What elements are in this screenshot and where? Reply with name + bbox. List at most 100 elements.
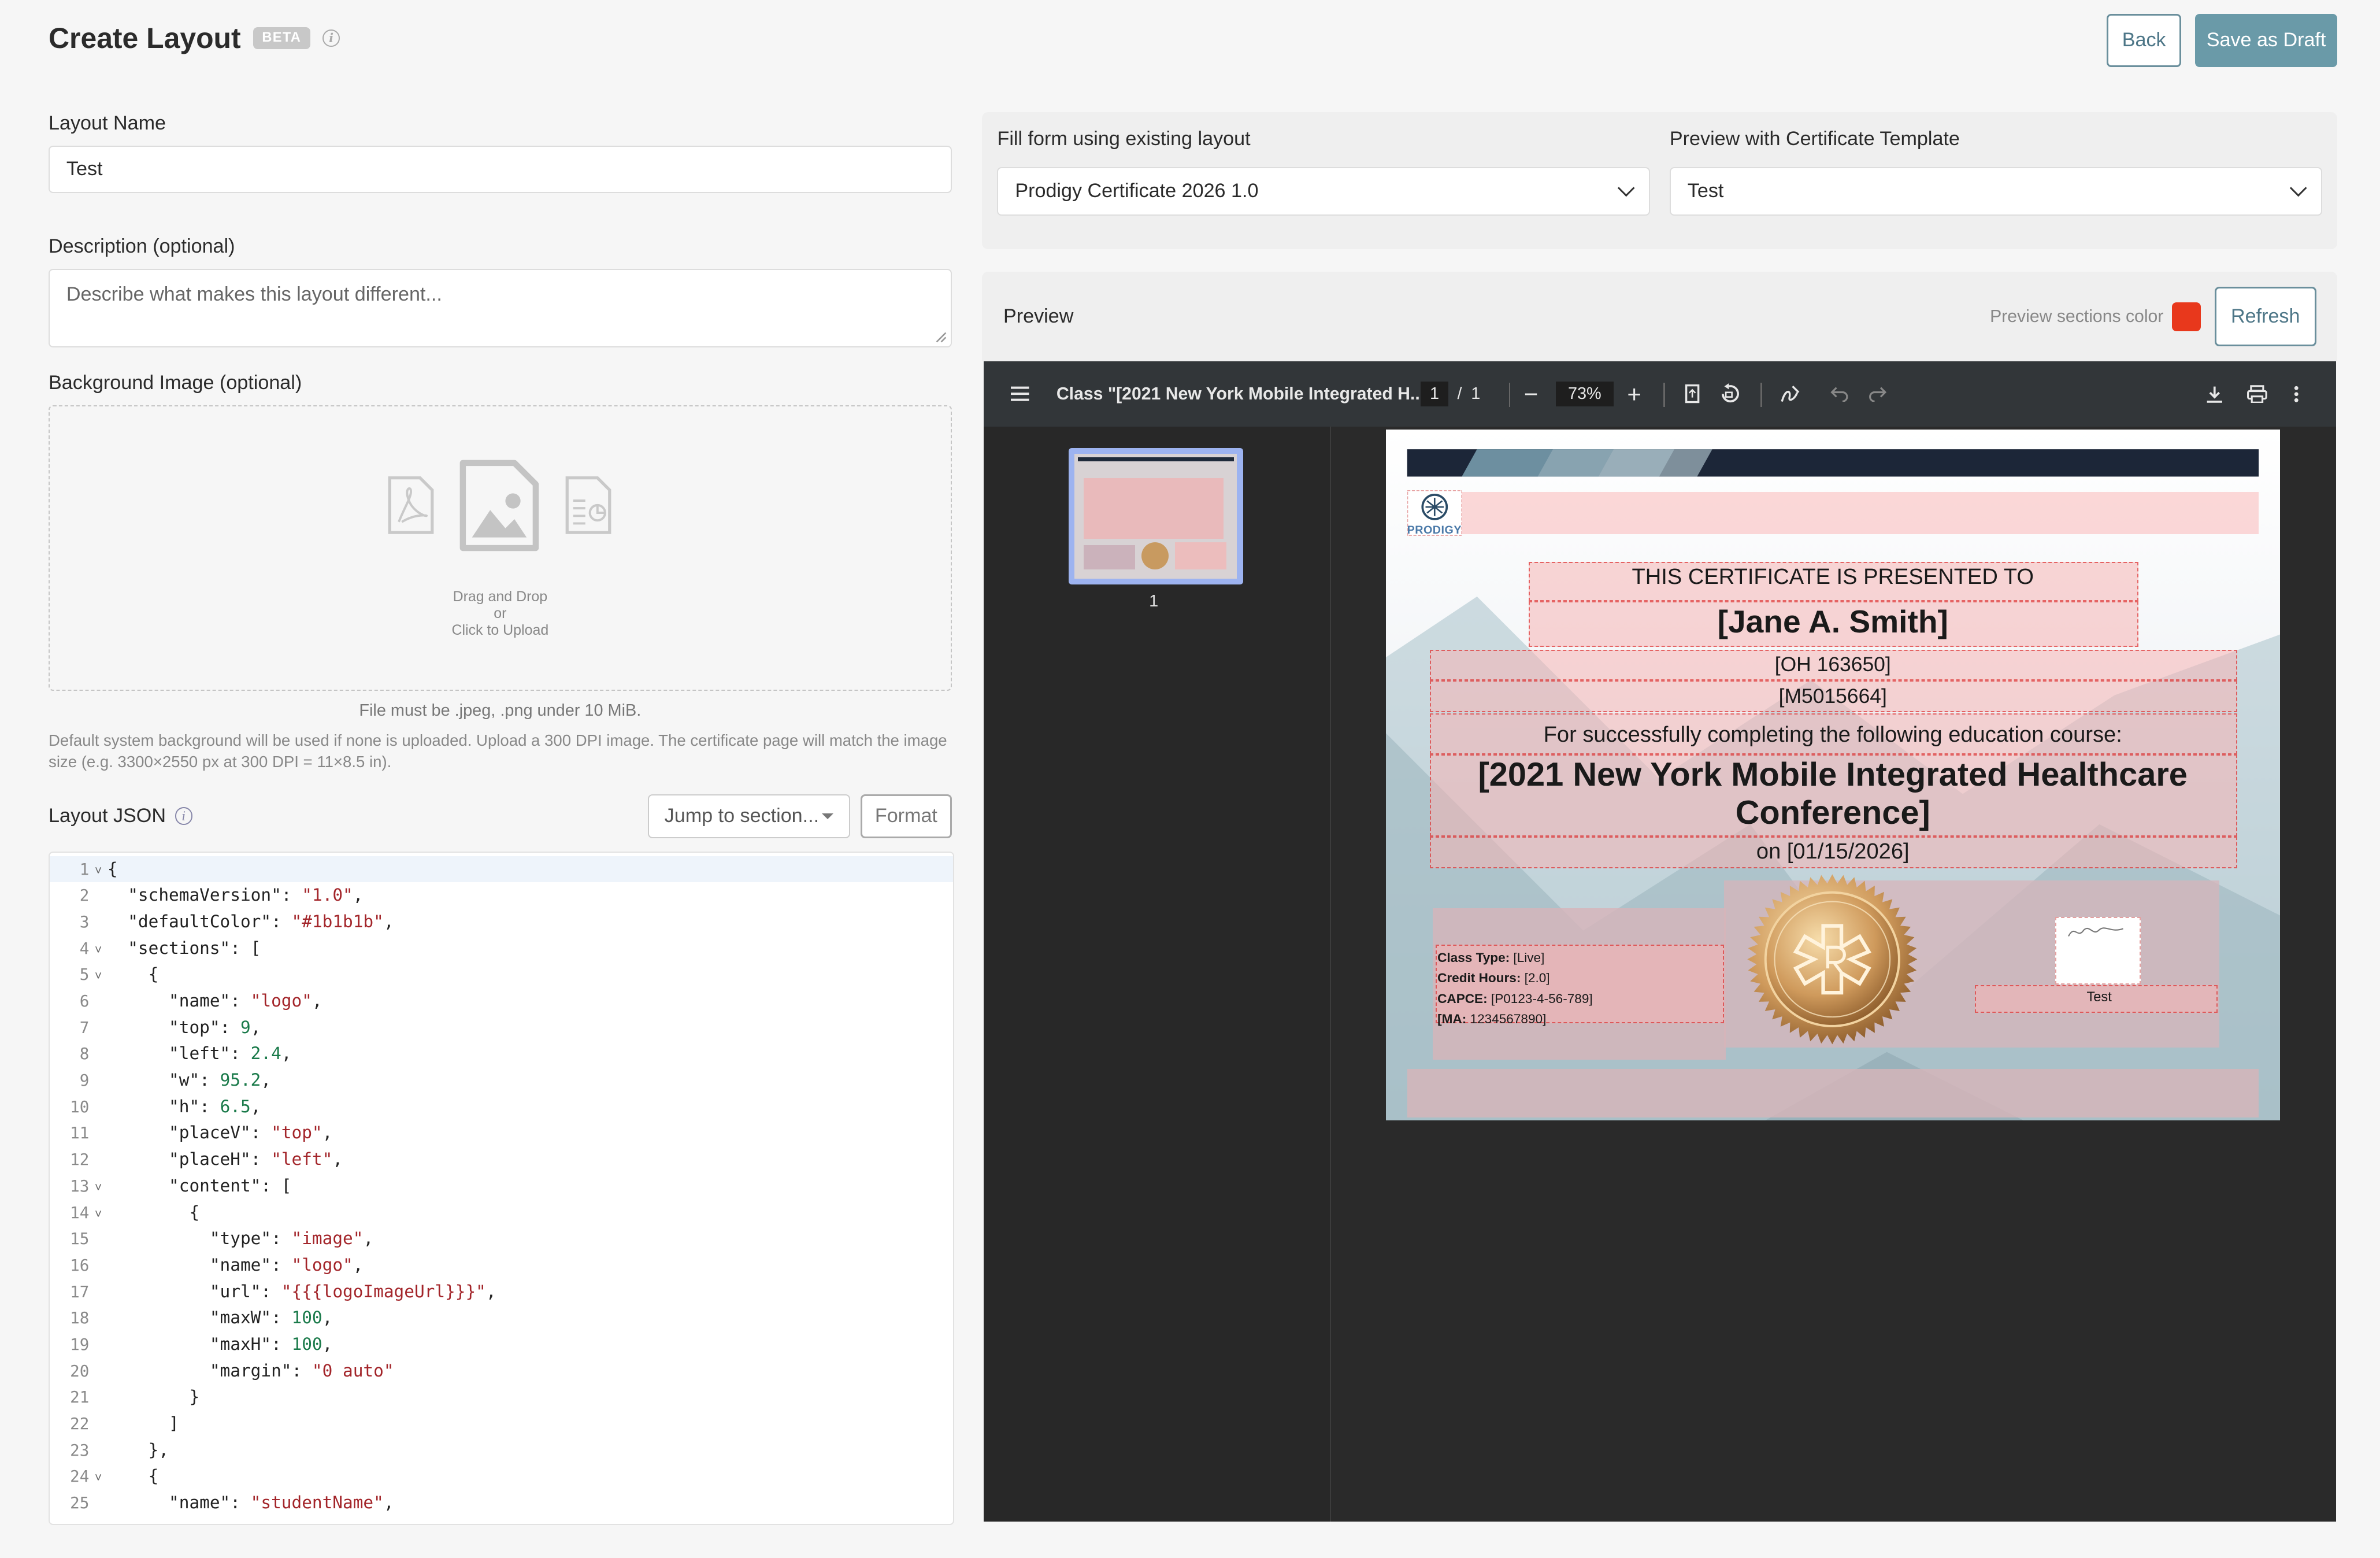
code-line[interactable]: 21 }	[50, 1384, 953, 1411]
chevron-down-icon	[2289, 179, 2307, 197]
line-number: 4	[79, 938, 90, 958]
code-line[interactable]: 13 ˅ "content": [	[50, 1173, 953, 1200]
code-line[interactable]: 9 "w": 95.2,	[50, 1067, 953, 1094]
pdf-file-icon	[388, 476, 434, 534]
line-number: 14	[70, 1202, 90, 1222]
page-number-input[interactable]: 1	[1421, 381, 1448, 407]
default-background-note: Default system background will be used i…	[49, 731, 947, 771]
code-token: ,	[332, 1149, 343, 1170]
code-line[interactable]: 11 "placeV": "top",	[50, 1120, 953, 1146]
rotate-icon[interactable]	[1718, 361, 1740, 427]
line-number: 25	[70, 1493, 90, 1513]
json-info-icon[interactable]: i	[175, 807, 192, 825]
code-line[interactable]: 20 "margin": "0 auto"	[50, 1358, 953, 1385]
fold-chevron-icon[interactable]: ˅	[89, 963, 107, 989]
detail-value: [P0123-4-56-789]	[1491, 991, 1593, 1006]
line-number: 17	[70, 1282, 90, 1301]
fold-chevron-icon[interactable]: ˅	[89, 1201, 107, 1227]
code-line[interactable]: 15 "type": "image",	[50, 1226, 953, 1252]
fold-chevron-icon[interactable]: ˅	[89, 857, 107, 884]
jump-label: Jump to section...	[664, 805, 820, 827]
page-thumbnail[interactable]	[1068, 447, 1243, 585]
code-line[interactable]: 2 "schemaVersion": "1.0",	[50, 882, 953, 909]
line-number: 19	[70, 1334, 90, 1354]
code-line[interactable]: 25 "name": "studentName",	[50, 1490, 953, 1516]
drop-text-2: or	[494, 605, 507, 622]
redo-icon[interactable]	[1869, 361, 1887, 427]
code-line[interactable]: 17 "url": "{{{logoImageUrl}}}",	[50, 1279, 953, 1305]
code-line[interactable]: 7 "top": 9,	[50, 1015, 953, 1041]
description-textarea[interactable]: Describe what makes this layout differen…	[49, 268, 952, 348]
certificate-page: PRODIGY THIS CERTIFICATE IS PRESENTED TO…	[1385, 430, 2280, 1121]
code-line[interactable]: 3 "defaultColor": "#1b1b1b",	[50, 909, 953, 935]
json-code-editor[interactable]: 1 ˅{2 "schemaVersion": "1.0", 3 "defaultCo…	[49, 852, 954, 1526]
code-line[interactable]: 19 "maxH": 100,	[50, 1331, 953, 1358]
preview-color-swatch[interactable]	[2172, 302, 2201, 331]
line-number: 8	[79, 1044, 90, 1064]
code-line[interactable]: 8 "left": 2.4,	[50, 1041, 953, 1067]
background-label: Background Image (optional)	[49, 372, 302, 394]
license2: [M5015664]	[1778, 684, 1887, 708]
jump-to-section-select[interactable]: Jump to section...	[648, 794, 850, 838]
code-line[interactable]: 5 ˅ {	[50, 961, 953, 988]
toolbar-divider	[1508, 382, 1511, 407]
code-token: "maxH":	[107, 1334, 292, 1354]
license1: [OH 163650]	[1774, 653, 1891, 676]
code-line[interactable]: 18 "maxW": 100,	[50, 1305, 953, 1331]
code-line[interactable]: 22 ]	[50, 1411, 953, 1437]
layout-name-input[interactable]: Test	[49, 146, 952, 193]
fold-chevron-icon[interactable]: ˅	[89, 1464, 107, 1491]
existing-layout-select[interactable]: Prodigy Certificate 2026 1.0	[997, 166, 1650, 216]
code-line[interactable]: 4 ˅ "sections": [	[50, 935, 953, 962]
code-line[interactable]: 24 ˅ {	[50, 1463, 953, 1490]
code-token: 2.4	[250, 1043, 281, 1064]
template-select[interactable]: Test	[1669, 166, 2323, 216]
zoom-out-icon[interactable]: −	[1524, 361, 1539, 427]
download-icon[interactable]	[2205, 361, 2224, 427]
upload-dropzone[interactable]: Drag and Drop or Click to Upload	[49, 405, 952, 691]
code-token: "top"	[271, 1123, 322, 1143]
zoom-in-icon[interactable]: +	[1627, 361, 1641, 427]
code-token: ]	[107, 1413, 179, 1434]
code-line[interactable]: 14 ˅ {	[50, 1200, 953, 1226]
code-token: "sections": [	[107, 938, 261, 958]
info-icon[interactable]: i	[322, 29, 340, 47]
fit-page-icon[interactable]	[1685, 361, 1700, 427]
menu-icon[interactable]	[1011, 361, 1029, 427]
more-options-icon[interactable]	[2293, 361, 2300, 427]
detail-row: [MA: 1234567890]	[1437, 1009, 1593, 1029]
pdf-doc-title: Class "[2021 New York Mobile Integrated …	[1056, 384, 1425, 404]
save-draft-button[interactable]: Save as Draft	[2194, 13, 2338, 67]
annotate-icon[interactable]	[1779, 361, 1800, 427]
thumbnail-preview	[1074, 454, 1237, 579]
code-line[interactable]: 23 },	[50, 1437, 953, 1464]
code-line[interactable]: 10 "h": 6.5,	[50, 1094, 953, 1120]
resize-handle-icon[interactable]	[935, 331, 947, 343]
undo-icon[interactable]	[1830, 361, 1849, 427]
detail-row: CAPCE: [P0123-4-56-789]	[1437, 989, 1593, 1009]
line-number: 21	[70, 1387, 90, 1407]
format-button[interactable]: Format	[861, 794, 952, 838]
code-line[interactable]: 1 ˅{	[50, 856, 953, 883]
code-token: "{{{logoImageUrl}}}"	[281, 1281, 486, 1301]
print-icon[interactable]	[2246, 361, 2268, 427]
logo-section	[1407, 491, 2259, 535]
line-number: 7	[79, 1017, 90, 1037]
line-number: 18	[70, 1308, 90, 1328]
back-button[interactable]: Back	[2107, 13, 2181, 67]
code-line[interactable]: 16 "name": "logo",	[50, 1252, 953, 1279]
code-line[interactable]: 6 "name": "logo",	[50, 988, 953, 1015]
zoom-level[interactable]: 73%	[1555, 361, 1614, 427]
refresh-button[interactable]: Refresh	[2214, 287, 2316, 346]
fold-chevron-icon[interactable]: ˅	[89, 1174, 107, 1201]
beta-badge: BETA	[253, 27, 310, 49]
preview-title: Preview	[1003, 305, 1074, 327]
drop-text-3: Click to Upload	[451, 622, 549, 639]
code-token: "w":	[107, 1070, 220, 1090]
code-line[interactable]: 12 "placeH": "left",	[50, 1146, 953, 1173]
fold-chevron-icon[interactable]: ˅	[89, 937, 107, 963]
code-token: "maxW":	[107, 1308, 292, 1328]
line-number: 9	[79, 1071, 90, 1090]
code-token: ,	[281, 1043, 292, 1064]
code-token: ,	[322, 1334, 333, 1354]
